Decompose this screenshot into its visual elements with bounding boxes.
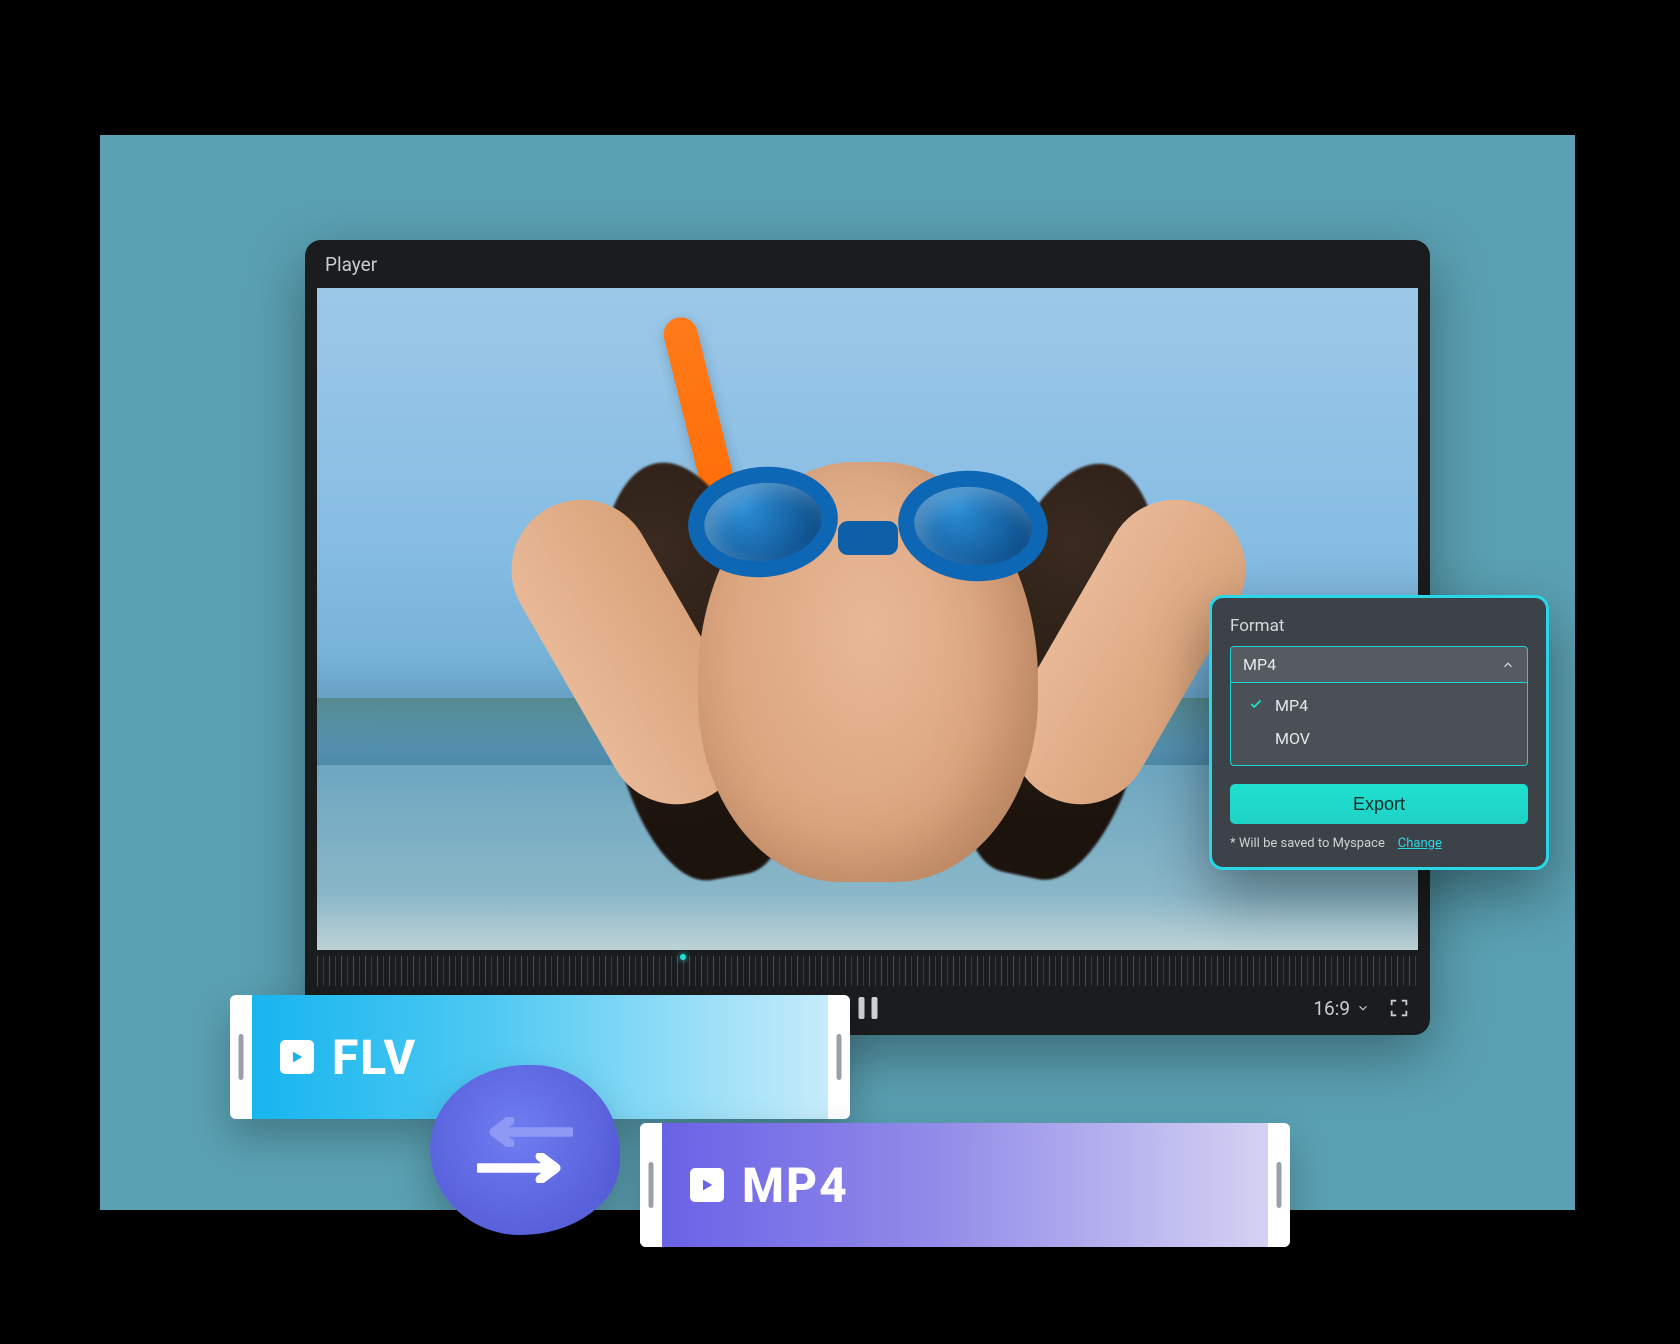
arrow-left-icon (477, 1117, 573, 1147)
format-option-label: MP4 (1275, 696, 1308, 715)
pause-button[interactable] (858, 997, 877, 1019)
format-select[interactable]: MP4 (1230, 646, 1528, 683)
clip-handle-right[interactable] (1268, 1123, 1290, 1247)
chevron-up-icon (1501, 658, 1515, 672)
clip-handle-left[interactable] (640, 1123, 662, 1247)
export-note-text: * Will be saved to Myspace (1230, 836, 1385, 851)
chip-label: FLV (332, 1029, 417, 1086)
export-button[interactable]: Export (1230, 784, 1528, 824)
video-subject-goggles (688, 467, 1048, 597)
chevron-down-icon (1356, 1001, 1370, 1015)
player-title-text: Player (325, 253, 377, 276)
check-icon (1249, 696, 1265, 715)
play-icon (690, 1168, 724, 1202)
format-chip-mp4[interactable]: MP4 (640, 1123, 1290, 1247)
chip-label: MP4 (742, 1157, 849, 1214)
format-label: Format (1230, 616, 1528, 636)
format-options: MP4 MOV (1230, 683, 1528, 766)
timeline-ruler[interactable] (317, 956, 1418, 986)
fullscreen-icon[interactable] (1388, 997, 1410, 1019)
format-selected-value: MP4 (1243, 655, 1276, 674)
aspect-ratio-value: 16:9 (1313, 997, 1350, 1020)
chip-body: MP4 (662, 1123, 1268, 1247)
playhead-indicator[interactable] (680, 954, 686, 960)
arrow-right-icon (477, 1153, 573, 1183)
format-option-mov[interactable]: MOV (1231, 722, 1527, 755)
play-icon (280, 1040, 314, 1074)
change-location-link[interactable]: Change (1398, 836, 1442, 851)
clip-handle-right[interactable] (828, 995, 850, 1119)
clip-handle-left[interactable] (230, 995, 252, 1119)
export-panel: Format MP4 MP4 MOV Export * Will be save… (1209, 595, 1549, 870)
aspect-ratio-selector[interactable]: 16:9 (1313, 997, 1370, 1020)
export-save-note: * Will be saved to Myspace Change (1230, 836, 1528, 851)
format-option-mp4[interactable]: MP4 (1231, 689, 1527, 722)
format-option-label: MOV (1275, 729, 1310, 748)
player-title: Player (305, 240, 1430, 288)
convert-swap-icon[interactable] (430, 1065, 620, 1235)
app-canvas: Player 16:9 (100, 135, 1575, 1210)
